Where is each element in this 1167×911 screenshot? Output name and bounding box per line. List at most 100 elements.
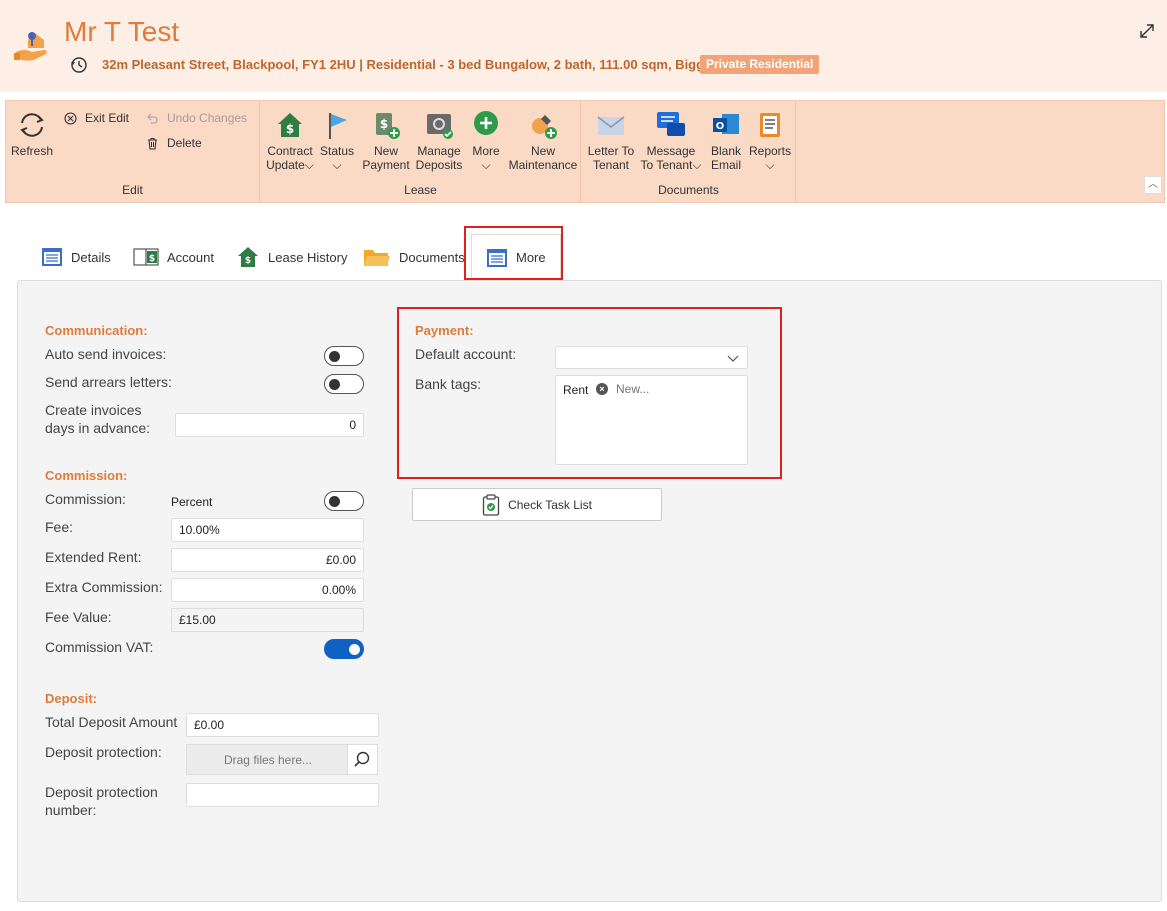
create-invoices-label: Create invoices days in advance: xyxy=(45,401,150,437)
svg-text:$: $ xyxy=(245,256,251,266)
folder-icon xyxy=(364,250,390,266)
letter-label-1: Letter To xyxy=(587,144,635,158)
default-account-label: Default account: xyxy=(415,346,517,362)
new-tag-input[interactable] xyxy=(616,382,736,396)
collapse-ribbon-button[interactable]: ︿ xyxy=(1144,176,1162,194)
commission-mode: Percent xyxy=(171,495,213,509)
chevron-down-icon xyxy=(727,355,739,362)
letter-label-2: Tenant xyxy=(592,158,630,172)
ribbon-group-lease: $ Contract Update⌵ Status ⌵ $ New Payment xyxy=(261,101,581,202)
more-lease-label: More xyxy=(472,144,500,158)
tab-documents[interactable]: Documents xyxy=(363,234,465,280)
undo-changes-button[interactable]: Undo Changes xyxy=(146,111,247,125)
deposit-protection-dropzone[interactable]: Drag files here... xyxy=(186,744,378,775)
reports-label: Reports xyxy=(748,144,792,158)
total-deposit-input[interactable]: £0.00 xyxy=(186,713,379,737)
total-deposit-label: Total Deposit Amount xyxy=(45,714,178,730)
browse-files-button[interactable] xyxy=(347,745,377,774)
history-icon[interactable] xyxy=(70,56,88,74)
refresh-icon xyxy=(20,113,44,137)
check-task-list-button[interactable]: Check Task List xyxy=(412,488,662,521)
more-lease-button[interactable]: More ⌵ xyxy=(467,109,505,172)
remove-tag-icon[interactable]: × xyxy=(596,383,608,395)
message-label-1: Message xyxy=(646,144,696,158)
status-button[interactable]: Status ⌵ xyxy=(319,109,355,172)
deposit-number-label: Deposit protection number: xyxy=(45,783,158,819)
bank-tags-label: Bank tags: xyxy=(415,376,482,392)
commission-label: Commission: xyxy=(45,491,126,507)
dropzone-text: Drag files here... xyxy=(223,753,313,767)
safe-icon xyxy=(427,114,453,139)
property-address: 32m Pleasant Street, Blackpool, FY1 2HU … xyxy=(102,57,724,72)
manage-deposits-label-2: Deposits xyxy=(415,158,463,172)
exit-edit-button[interactable]: Exit Edit xyxy=(64,111,129,125)
ribbon-group-label: Lease xyxy=(404,183,437,197)
letter-to-tenant-button[interactable]: Letter To Tenant xyxy=(584,109,638,172)
deposit-protection-label: Deposit protection: xyxy=(45,744,162,760)
extended-rent-input[interactable]: £0.00 xyxy=(171,548,364,572)
contract-update-label-1: Contract xyxy=(267,144,313,158)
house-money-icon: $ xyxy=(278,113,302,137)
new-maintenance-label-1: New xyxy=(530,144,555,158)
blank-email-label-1: Blank xyxy=(710,144,742,158)
bank-tags-box[interactable]: Rent × xyxy=(555,375,748,465)
payment-add-icon: $ xyxy=(376,113,400,139)
house-money-icon: $ xyxy=(238,247,258,267)
extra-commission-label: Extra Commission: xyxy=(45,579,163,595)
expand-icon[interactable] xyxy=(1138,22,1156,40)
refresh-label: Refresh xyxy=(10,144,54,158)
extra-commission-input[interactable]: 0.00% xyxy=(171,578,364,602)
fee-value-field: £15.00 xyxy=(171,608,364,632)
close-circle-icon xyxy=(64,111,77,125)
flag-icon xyxy=(329,113,347,139)
days-in-advance-input[interactable]: 0 xyxy=(175,413,364,437)
ribbon-group-label: Edit xyxy=(122,183,143,197)
tab-details[interactable]: Details xyxy=(41,234,111,280)
manage-deposits-label-1: Manage xyxy=(417,144,461,158)
check-task-list-label: Check Task List xyxy=(508,497,592,512)
send-arrears-toggle[interactable] xyxy=(324,374,364,394)
svg-text:$: $ xyxy=(286,122,294,136)
undo-changes-label: Undo Changes xyxy=(167,111,248,125)
bank-tag: Rent xyxy=(563,383,589,397)
send-arrears-label: Send arrears letters: xyxy=(45,374,172,390)
fee-value-label: Fee Value: xyxy=(45,609,112,625)
tab-account[interactable]: $ Account xyxy=(133,234,214,280)
outlook-icon: O xyxy=(713,114,739,134)
auto-send-label: Auto send invoices: xyxy=(45,346,167,362)
envelope-icon xyxy=(597,116,625,135)
clipboard-check-icon xyxy=(482,493,500,516)
new-payment-label-2: Payment xyxy=(362,158,410,172)
section-deposit: Deposit: xyxy=(45,691,97,706)
commission-toggle[interactable] xyxy=(324,491,364,511)
deposit-number-input[interactable] xyxy=(186,783,379,807)
list-doc-icon xyxy=(42,248,62,266)
ribbon-group-documents: Letter To Tenant Message To Tenant⌵ O Bl… xyxy=(582,101,796,202)
status-label: Status xyxy=(319,144,355,158)
create-invoices-line-1: Create invoices xyxy=(45,402,142,418)
message-icon xyxy=(657,112,685,136)
tab-details-label: Details xyxy=(71,249,111,265)
blank-email-button[interactable]: O Blank Email xyxy=(706,109,746,172)
new-payment-button[interactable]: $ New Payment xyxy=(361,109,411,172)
tab-account-label: Account xyxy=(167,249,214,265)
highlight-box xyxy=(464,226,563,280)
deposit-number-line-1: Deposit protection xyxy=(45,784,158,800)
clipboard-report-icon xyxy=(760,113,780,137)
section-payment: Payment: xyxy=(415,323,474,338)
fee-input[interactable]: 10.00% xyxy=(171,518,364,542)
message-to-tenant-button[interactable]: Message To Tenant⌵ xyxy=(640,109,702,172)
contract-update-button[interactable]: $ Contract Update⌵ xyxy=(263,109,317,172)
new-maintenance-button[interactable]: New Maintenance xyxy=(507,109,579,172)
reports-button[interactable]: Reports ⌵ xyxy=(748,109,792,172)
undo-icon xyxy=(147,113,158,124)
tab-lease-history[interactable]: $ Lease History xyxy=(236,234,347,280)
refresh-button[interactable]: Refresh xyxy=(10,109,54,158)
auto-send-toggle[interactable] xyxy=(324,346,364,366)
deposit-number-line-2: number: xyxy=(45,802,97,818)
commission-vat-toggle[interactable] xyxy=(324,639,364,659)
delete-button[interactable]: Delete xyxy=(146,136,202,150)
manage-deposits-button[interactable]: Manage Deposits xyxy=(413,109,465,172)
default-account-select[interactable] xyxy=(555,346,748,369)
record-header: Mr T Test 32m Pleasant Street, Blackpool… xyxy=(0,0,1167,92)
